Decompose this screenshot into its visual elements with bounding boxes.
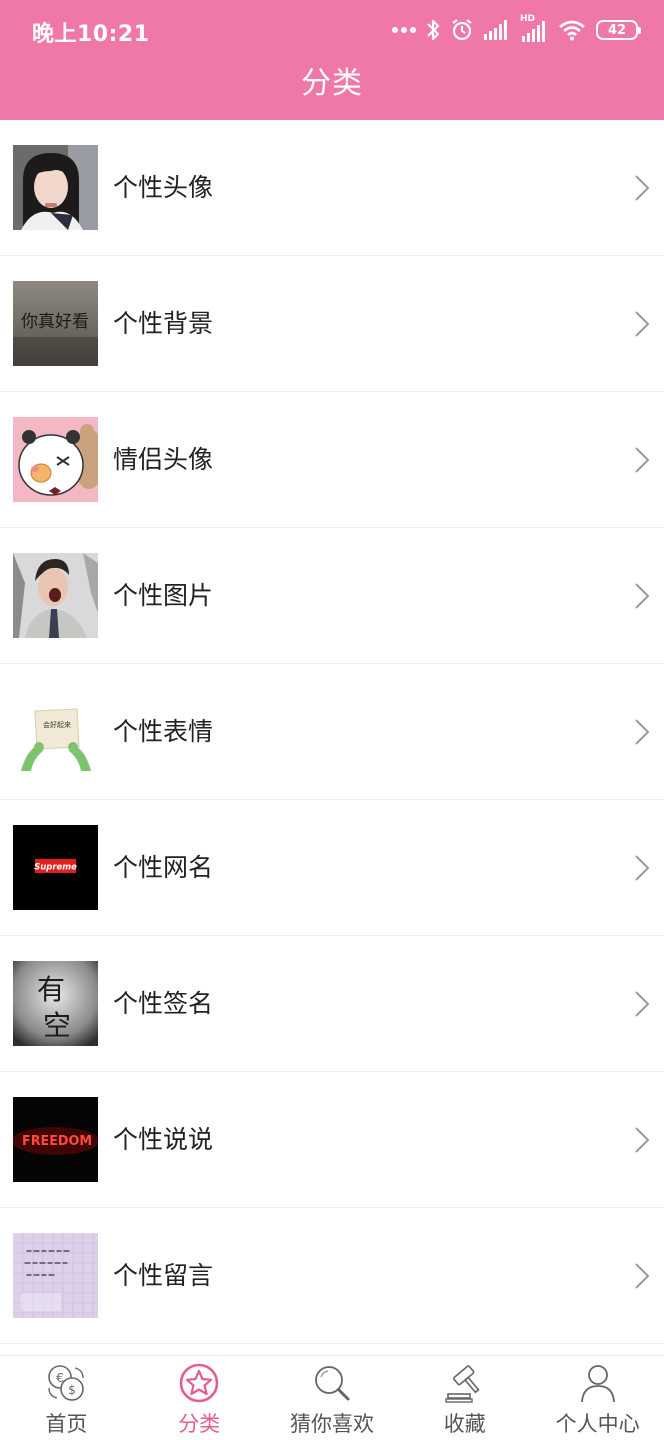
bluetooth-icon <box>427 19 440 41</box>
gavel-icon <box>445 1365 480 1403</box>
tab-home[interactable]: € $ 首页 <box>0 1356 133 1440</box>
chevron-right-icon <box>635 1127 650 1153</box>
battery-level: 42 <box>607 22 627 38</box>
category-row-messages[interactable]: 个性留言 <box>0 1208 664 1344</box>
chevron-right-icon <box>635 447 650 473</box>
category-label: 个性网名 <box>113 853 214 882</box>
category-label: 个性说说 <box>113 1125 214 1154</box>
tab-guess-you-like[interactable]: 猜你喜欢 <box>266 1356 399 1440</box>
signal-icon <box>484 20 507 40</box>
bottom-tab-bar: € $ 首页 分类 猜你喜欢 收藏 个人中心 <box>0 1355 664 1440</box>
category-label: 个性头像 <box>113 173 214 202</box>
calligraphy-text: 你真好看 <box>21 312 89 332</box>
category-list: 个性头像 你真好看 个性背景 情侣头像 个性图片 会好起来 个性表情 Supre… <box>0 120 664 1344</box>
category-row-background[interactable]: 你真好看 个性背景 <box>0 256 664 392</box>
frog-holding-sign-thumbnail: 会好起来 <box>13 689 98 774</box>
tab-label: 猜你喜欢 <box>289 1412 374 1436</box>
chevron-right-icon <box>635 719 650 745</box>
hd-signal-icon: HD <box>520 14 548 42</box>
category-row-moods[interactable]: FREEDOM 个性说说 <box>0 1072 664 1208</box>
svg-text:$: $ <box>69 1383 77 1397</box>
category-label: 个性表情 <box>113 717 214 746</box>
category-row-emoticons[interactable]: 会好起来 个性表情 <box>0 664 664 800</box>
category-label: 个性留言 <box>113 1261 214 1290</box>
category-label: 个性签名 <box>113 989 214 1018</box>
calligraphy-char-2: 空 <box>43 1009 71 1042</box>
tab-favorites[interactable]: 收藏 <box>398 1356 531 1440</box>
you-kong-calligraphy-thumbnail: 有 空 <box>13 961 98 1046</box>
man-shouting-thumbnail <box>13 553 98 638</box>
chevron-right-icon <box>635 175 650 201</box>
tab-profile[interactable]: 个人中心 <box>531 1356 664 1440</box>
calligraphy-wall-thumbnail: 你真好看 <box>13 281 98 366</box>
status-bar: 晚上10:21 HD 42 <box>0 0 664 60</box>
category-label: 个性图片 <box>113 581 214 610</box>
tab-label: 个人中心 <box>555 1412 640 1436</box>
neon-text: FREEDOM <box>22 1134 92 1149</box>
chevron-right-icon <box>635 855 650 881</box>
tab-label: 收藏 <box>443 1412 486 1436</box>
user-icon <box>580 1365 615 1403</box>
category-label: 个性背景 <box>113 309 214 338</box>
status-icons: HD 42 <box>392 14 641 46</box>
chevron-right-icon <box>635 1263 650 1289</box>
page-title: 分类 <box>301 66 363 101</box>
battery-indicator: 42 <box>596 20 641 40</box>
status-time: 晚上10:21 <box>32 22 150 47</box>
chevron-right-icon <box>635 311 650 337</box>
handwritten-note-thumbnail <box>13 1233 98 1318</box>
star-circle-icon <box>179 1363 219 1403</box>
category-label: 情侣头像 <box>113 445 214 474</box>
cartoon-bear-thumbnail <box>13 417 98 502</box>
tab-label: 分类 <box>178 1412 221 1436</box>
svg-text:€: € <box>57 1371 65 1385</box>
tab-categories[interactable]: 分类 <box>133 1356 266 1440</box>
supreme-logo-thumbnail: Supreme <box>13 825 98 910</box>
search-icon <box>315 1366 350 1401</box>
wifi-icon <box>559 20 585 41</box>
app-header: 晚上10:21 HD 42 分类 <box>0 0 664 120</box>
chevron-right-icon <box>635 583 650 609</box>
currency-exchange-icon: € $ <box>48 1365 85 1401</box>
portrait-girl-thumbnail <box>13 145 98 230</box>
chevron-right-icon <box>635 991 650 1017</box>
category-row-signatures[interactable]: 有 空 个性签名 <box>0 936 664 1072</box>
category-row-pictures[interactable]: 个性图片 <box>0 528 664 664</box>
category-row-avatar[interactable]: 个性头像 <box>0 120 664 256</box>
supreme-logo-text: Supreme <box>34 863 77 873</box>
category-row-couple-avatar[interactable]: 情侣头像 <box>0 392 664 528</box>
category-row-nicknames[interactable]: Supreme 个性网名 <box>0 800 664 936</box>
neon-freedom-thumbnail: FREEDOM <box>13 1097 98 1182</box>
calligraphy-char-1: 有 <box>37 973 65 1006</box>
alarm-icon <box>452 19 472 41</box>
tab-label: 首页 <box>45 1412 88 1436</box>
more-dots-icon <box>392 27 416 33</box>
sign-text: 会好起来 <box>43 720 71 729</box>
